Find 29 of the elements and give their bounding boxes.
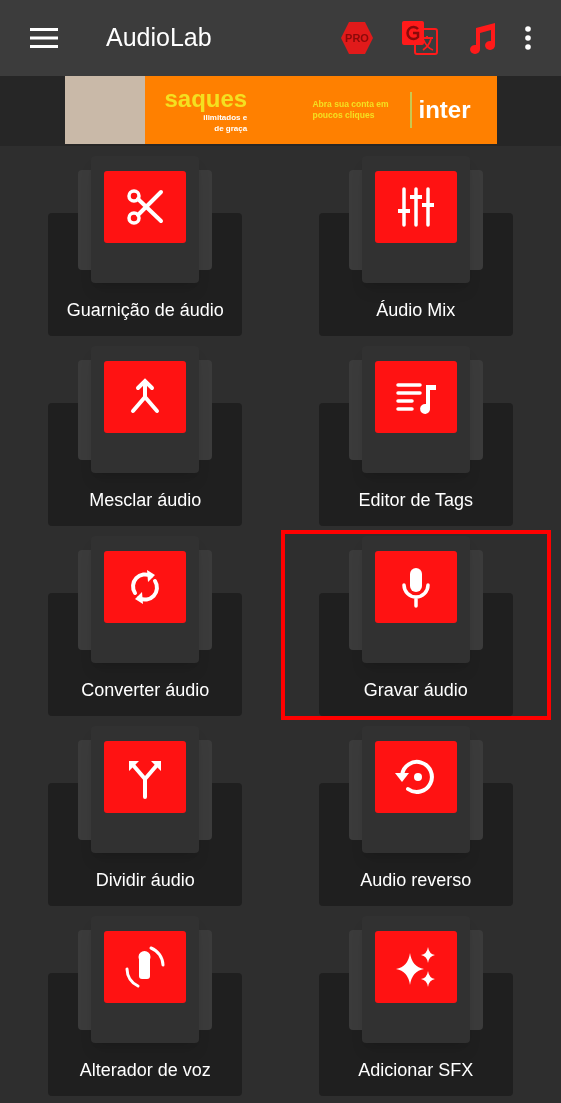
tool-tile[interactable]: Converter áudio — [10, 530, 281, 720]
tool-label: Guarnição de áudio — [66, 299, 224, 322]
tool-tile[interactable]: Gravar áudio — [280, 530, 551, 720]
tool-tile[interactable]: Audio reverso — [280, 720, 551, 910]
more-options-icon[interactable] — [525, 26, 531, 50]
tool-label: Mesclar áudio — [89, 489, 202, 512]
tool-tile[interactable]: Mesclar áudio — [10, 340, 281, 530]
tool-tile[interactable]: Dividir áudio — [10, 720, 281, 910]
translate-icon[interactable] — [401, 20, 439, 56]
ad-call-to-action: Abra sua conta em poucos cliques — [312, 99, 390, 121]
tool-tile[interactable]: Adicionar SFX — [280, 910, 551, 1100]
tool-label: Adicionar SFX — [358, 1059, 474, 1082]
music-note-icon[interactable] — [467, 22, 497, 54]
ad-subline: ilimitados e de graça — [202, 112, 248, 134]
tool-label: Áudio Mix — [376, 299, 456, 322]
ad-headline: saques — [164, 86, 248, 112]
tool-label: Audio reverso — [360, 869, 472, 892]
tool-label: Gravar áudio — [363, 679, 468, 702]
tool-tile[interactable]: Áudio Mix — [280, 150, 551, 340]
tool-tile[interactable]: Editor de Tags — [280, 340, 551, 530]
app-title: AudioLab — [106, 22, 212, 54]
tool-label: Converter áudio — [81, 679, 210, 702]
tool-label: Editor de Tags — [358, 489, 474, 512]
tool-tile[interactable]: Alterador de voz — [10, 910, 281, 1100]
menu-icon[interactable] — [30, 28, 58, 48]
tool-tile[interactable]: Guarnição de áudio — [10, 150, 281, 340]
ad-brand-logo: inter — [410, 92, 471, 128]
tool-label: Dividir áudio — [95, 869, 195, 892]
tool-label: Alterador de voz — [79, 1059, 211, 1082]
